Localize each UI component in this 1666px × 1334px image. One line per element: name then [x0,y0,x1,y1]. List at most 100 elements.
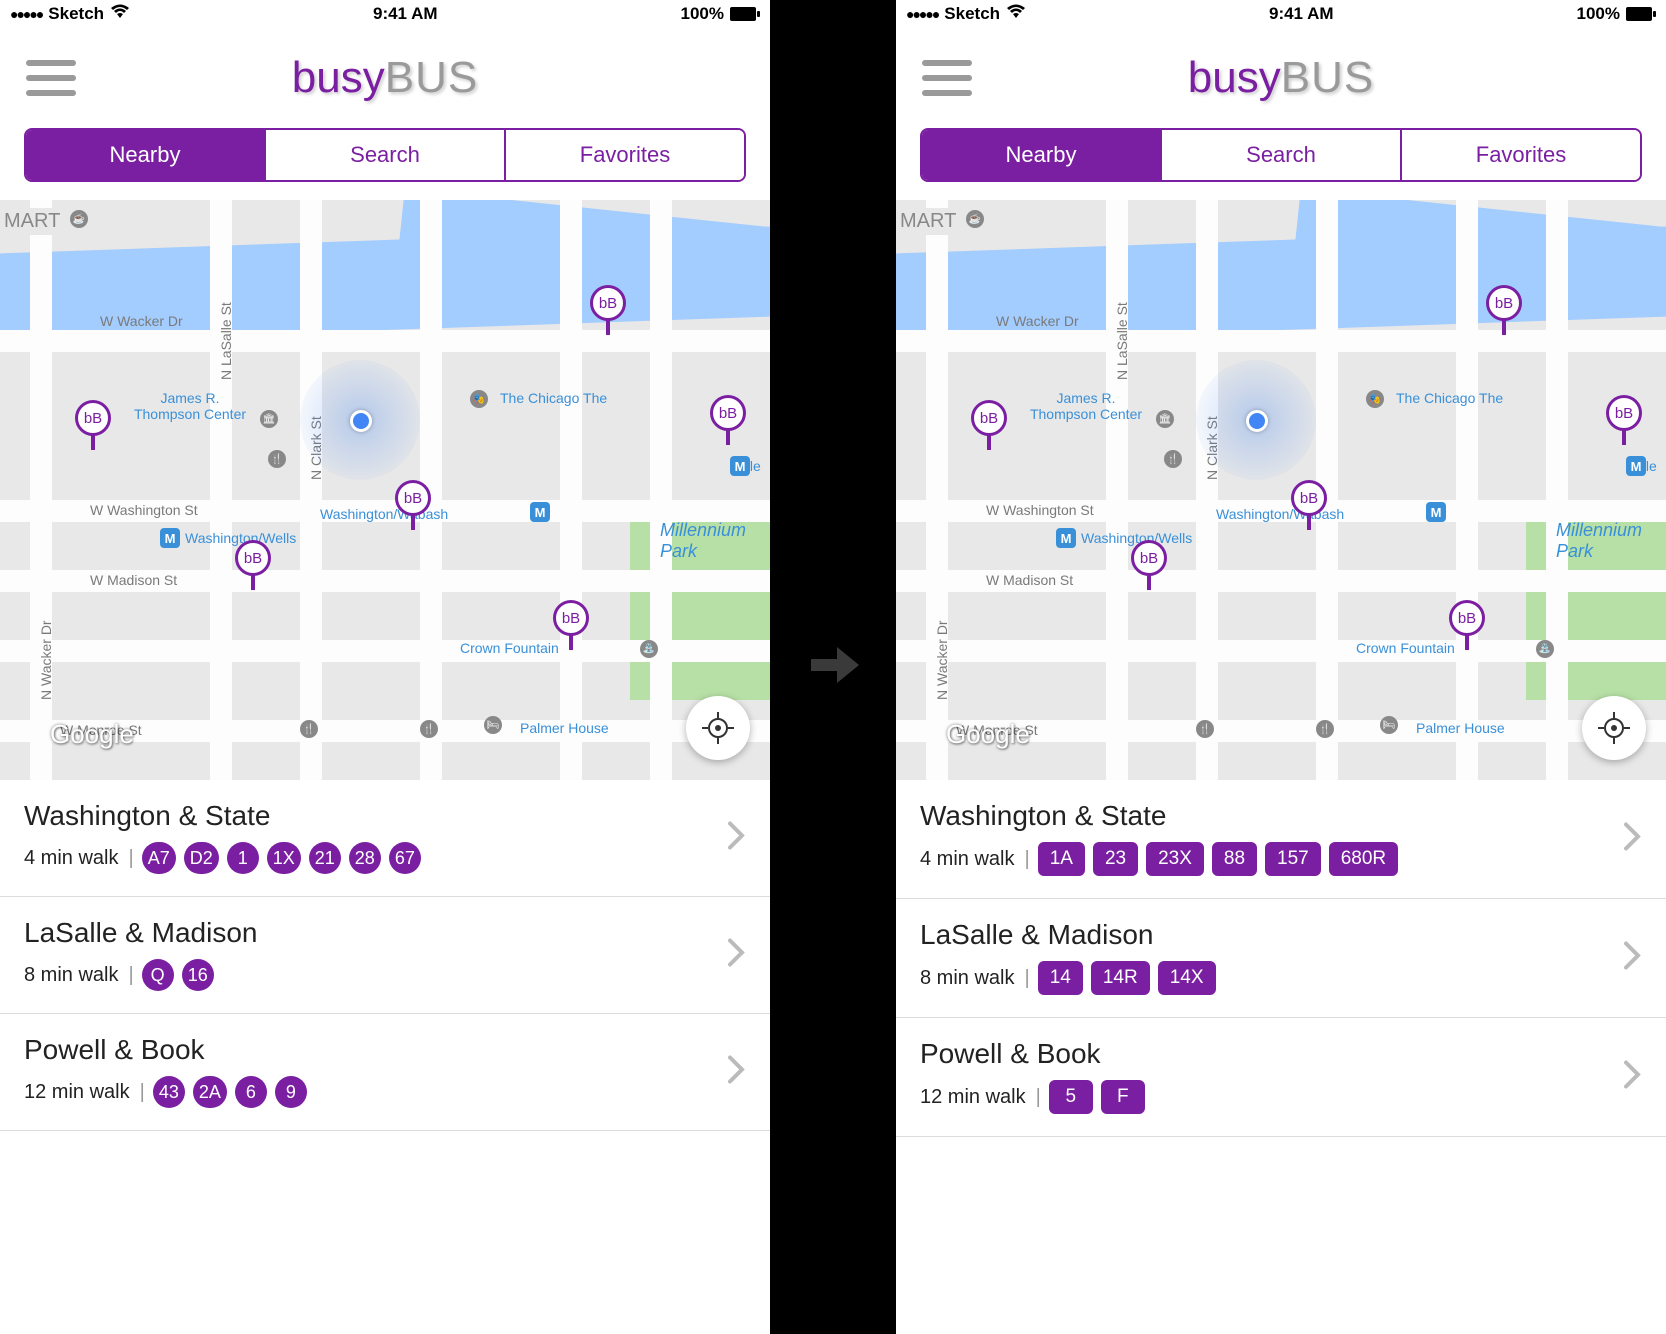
route-badge[interactable]: 23 [1093,842,1138,876]
tab-nearby[interactable]: Nearby [922,130,1162,180]
tab-search[interactable]: Search [1162,130,1402,180]
route-badge[interactable]: 6 [235,1076,267,1108]
route-badge[interactable]: 14R [1091,961,1150,995]
route-badge[interactable]: 21 [309,842,341,874]
route-badge[interactable]: 14 [1038,961,1083,995]
user-location-dot [350,410,372,432]
map-cutoff: MART [896,208,960,235]
stop-sub: 4 min walk|1A2323X88157680R [920,842,1642,876]
app-logo: busyBUS [1188,53,1374,103]
route-badge[interactable]: A7 [142,842,176,874]
route-badge[interactable]: 157 [1265,842,1321,876]
map-pin[interactable]: bB [1291,480,1327,530]
metro-icon: M [1626,456,1646,476]
map-pin[interactable]: bB [553,600,589,650]
stop-row[interactable]: Washington & State4 min walk|A7D211X2128… [0,780,770,897]
route-badge[interactable]: 5 [1049,1080,1093,1114]
route-badge[interactable]: 88 [1212,842,1257,876]
poi-icon: ☕ [70,210,88,228]
map-pin[interactable]: bB [1486,285,1522,335]
poi-millpark: Millennium Park [660,520,760,562]
street-wackerv: N Wacker Dr [38,620,54,700]
street-wacker: W Wacker Dr [100,313,183,329]
stop-row[interactable]: Powell & Book12 min walk|432A69 [0,1014,770,1131]
signal-dots-icon: ●●●●● [10,6,42,22]
map[interactable]: W Wacker Dr W Washington St W Madison St… [0,200,770,780]
route-badge[interactable]: 2A [193,1076,227,1108]
poi-crown: Crown Fountain [460,640,559,656]
route-badge[interactable]: 1X [267,842,301,874]
route-badge[interactable]: 23X [1146,842,1204,876]
tab-favorites[interactable]: Favorites [1402,130,1640,180]
status-time: 9:41 AM [373,4,438,24]
route-badge[interactable]: 1 [227,842,259,874]
status-time: 9:41 AM [1269,4,1334,24]
route-badge[interactable]: 680R [1329,842,1398,876]
stop-list[interactable]: Washington & State4 min walk|A7D211X2128… [0,780,770,1334]
street-madison: W Madison St [986,572,1073,588]
route-badge[interactable]: 16 [182,959,214,991]
street-lasalle: N LaSalle St [1114,302,1130,380]
chevron-right-icon [1622,821,1642,858]
stop-row-partial[interactable] [0,1131,770,1171]
stop-sub: 8 min walk|1414R14X [920,961,1642,995]
separator: | [140,1081,145,1104]
header: busyBUS [0,28,770,128]
tab-search[interactable]: Search [266,130,506,180]
stop-row[interactable]: LaSalle & Madison8 min walk|Q16 [0,897,770,1014]
map-pin[interactable]: bB [1131,540,1167,590]
carrier: Sketch [48,4,104,24]
tab-favorites[interactable]: Favorites [506,130,744,180]
route-badge[interactable]: 43 [153,1076,185,1108]
separator: | [128,847,133,870]
poi-icon: 🍴 [300,720,318,738]
map[interactable]: W Wacker Dr W Washington St W Madison St… [896,200,1666,780]
signal-dots-icon: ●●●●● [906,6,938,22]
route-badge[interactable]: F [1101,1080,1145,1114]
chevron-right-icon [726,1054,746,1091]
poi-icon: ☕ [966,210,984,228]
battery-icon [1626,7,1656,21]
crosshair-icon [1598,712,1630,744]
map-pin[interactable]: bB [1606,395,1642,445]
route-badge[interactable]: Q [142,959,174,991]
stop-row[interactable]: Powell & Book12 min walk|5F [896,1018,1666,1137]
arrow-right-icon [801,633,865,702]
tab-bar: Nearby Search Favorites [24,128,746,182]
menu-button[interactable] [922,60,972,96]
stop-row-partial[interactable] [896,1137,1666,1177]
map-pin[interactable]: bB [75,400,111,450]
map-pin[interactable]: bB [590,285,626,335]
walk-time: 12 min walk [920,1086,1026,1109]
walk-time: 12 min walk [24,1081,130,1104]
stop-name: LaSalle & Madison [920,919,1642,951]
poi-icon: 🍴 [1316,720,1334,738]
route-badge[interactable]: 67 [389,842,421,874]
route-badge[interactable]: 28 [349,842,381,874]
separator: | [1024,848,1029,871]
chevron-right-icon [1622,1059,1642,1096]
route-badge[interactable]: 9 [275,1076,307,1108]
route-badge[interactable]: D2 [184,842,219,874]
poi-palmer: Palmer House [520,720,609,736]
poi-icon: 🏛 [260,410,278,428]
battery-pct: 100% [1577,4,1620,24]
map-pin[interactable]: bB [235,540,271,590]
stop-list[interactable]: Washington & State4 min walk|1A2323X8815… [896,780,1666,1334]
route-badge[interactable]: 14X [1158,961,1216,995]
walk-time: 8 min walk [24,964,118,987]
map-pin[interactable]: bB [971,400,1007,450]
stop-row[interactable]: Washington & State4 min walk|1A2323X8815… [896,780,1666,899]
stop-row[interactable]: LaSalle & Madison 8 min walk|1414R14X [896,899,1666,1018]
street-washington: W Washington St [90,502,198,518]
app-logo: busyBUS [292,53,478,103]
menu-button[interactable] [26,60,76,96]
map-pin[interactable]: bB [395,480,431,530]
map-pin[interactable]: bB [1449,600,1485,650]
locate-button[interactable] [686,696,750,760]
tab-nearby[interactable]: Nearby [26,130,266,180]
map-pin[interactable]: bB [710,395,746,445]
locate-button[interactable] [1582,696,1646,760]
poi-icon: 🎭 [1366,390,1384,408]
route-badge[interactable]: 1A [1038,842,1085,876]
